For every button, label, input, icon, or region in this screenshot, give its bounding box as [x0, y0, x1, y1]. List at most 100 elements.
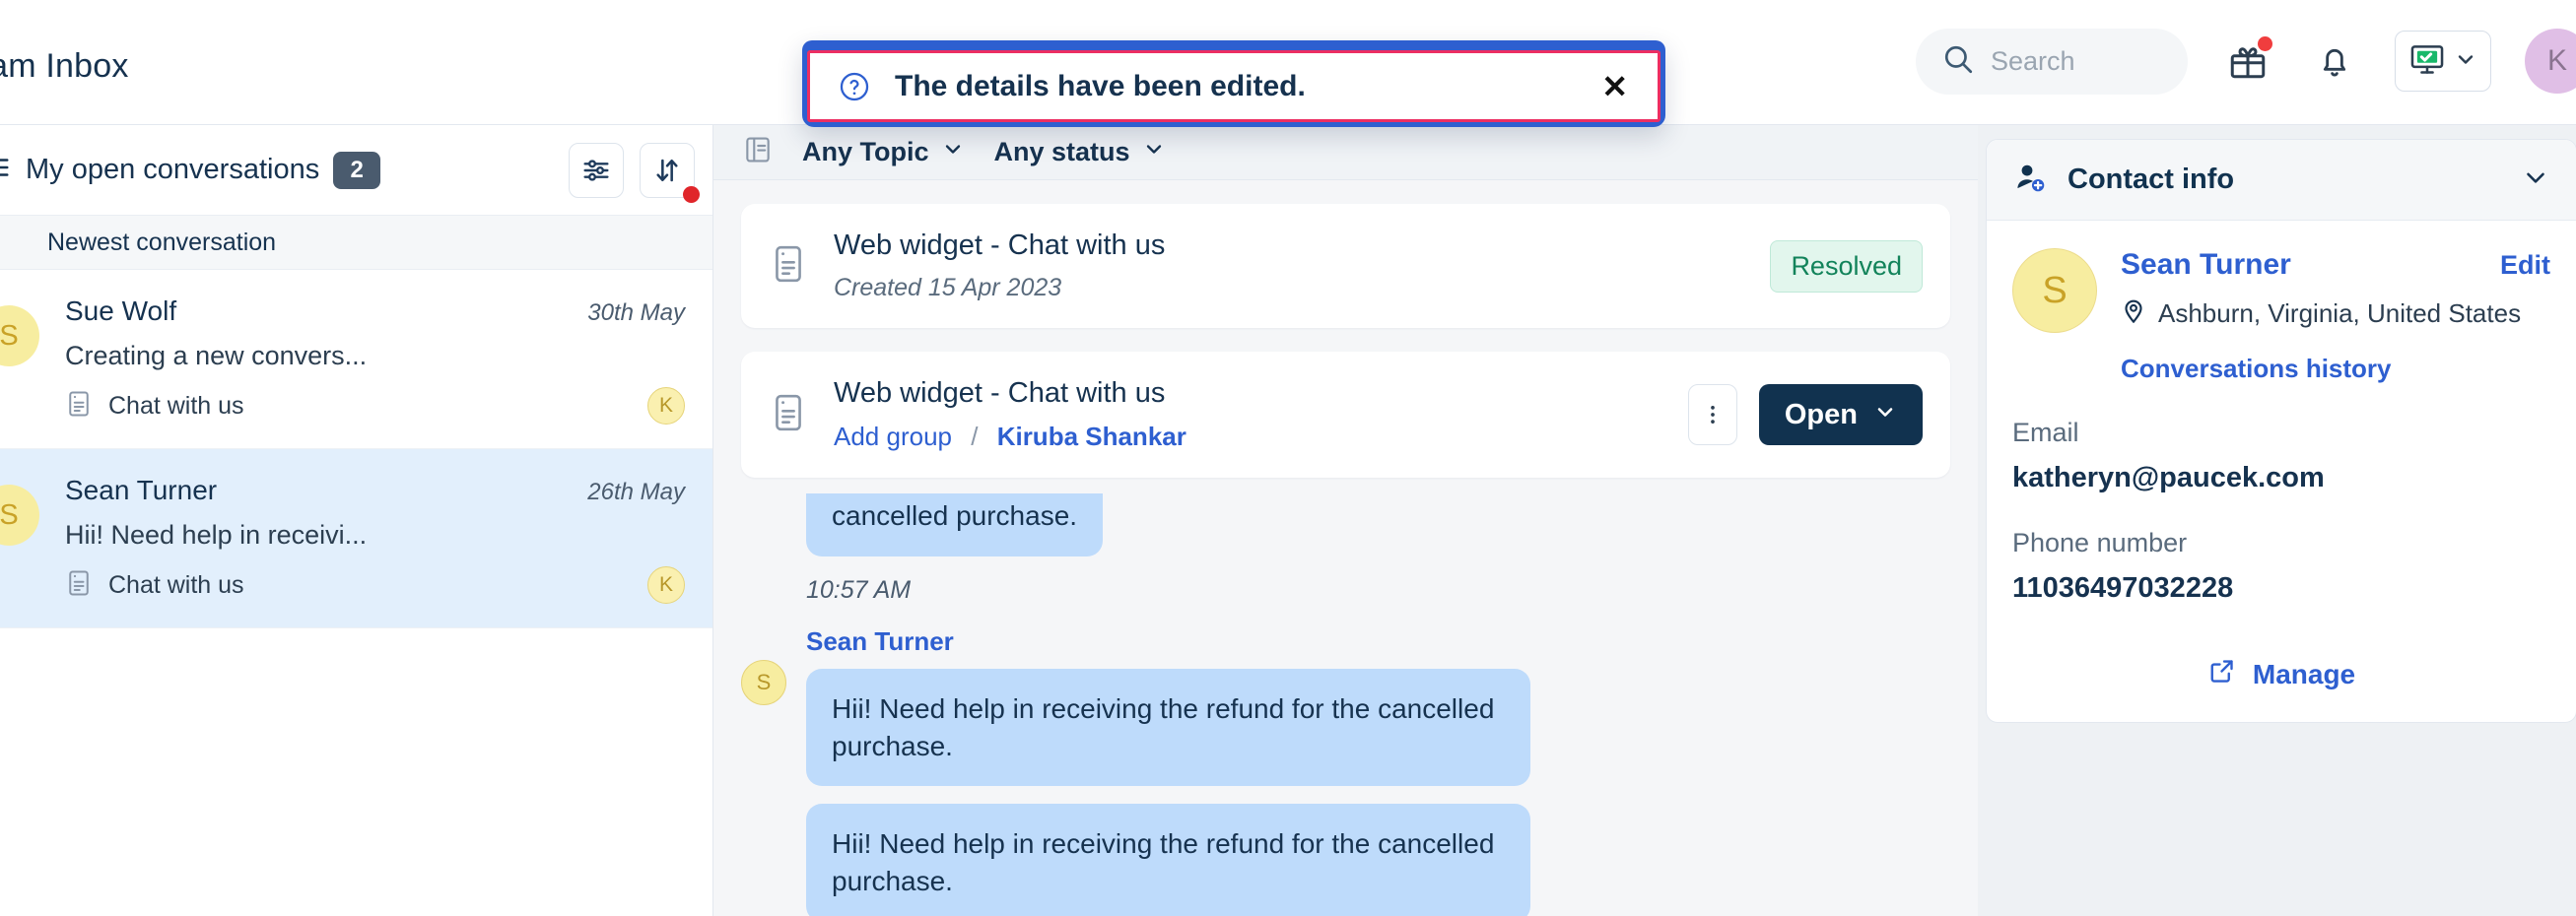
contact-name: Sean Turner — [65, 475, 218, 505]
chevron-down-icon[interactable] — [2521, 163, 2550, 197]
list-item-top-row: Sue Wolf 30th May — [65, 295, 685, 327]
widget-icon — [769, 243, 808, 290]
widget-icon — [65, 568, 93, 603]
field-value-phone: 11036497032228 — [2012, 572, 2234, 604]
widget-icon — [65, 389, 93, 424]
close-icon[interactable]: ✕ — [1601, 71, 1628, 102]
question-circle-icon — [838, 70, 871, 103]
conversation-card-created: Created 15 Apr 2023 — [834, 274, 1062, 301]
avatar-initial: K — [2546, 44, 2567, 77]
manage-label: Manage — [2252, 658, 2356, 689]
contact-location-text: Ashburn, Virginia, United States — [2158, 298, 2522, 328]
assignee-avatar: K — [647, 566, 685, 604]
topic-filter[interactable]: Any Topic — [802, 137, 965, 167]
list-item[interactable]: S Sean Turner 26th May Hii! Need help in… — [0, 449, 712, 628]
availability-status-button[interactable] — [2395, 31, 2491, 92]
toast-inner: The details have been edited. ✕ — [807, 50, 1661, 122]
contact-name[interactable]: Sean Turner — [2121, 248, 2291, 282]
conversations-history-link[interactable]: Conversations history — [2121, 354, 2550, 384]
message-timestamp: 10:57 AM — [806, 575, 912, 604]
conversation-list-pane: My open conversations 2 Newest conversat… — [0, 125, 713, 916]
open-status-button[interactable]: Open — [1758, 384, 1923, 445]
conversation-list-header: My open conversations 2 — [0, 125, 712, 216]
list-item-body: Sean Turner 26th May Hii! Need help in r… — [65, 475, 685, 604]
contact-location: Ashburn, Virginia, United States — [2121, 295, 2550, 332]
message-thread: cancelled purchase. 10:57 AM S Sean Turn… — [713, 493, 1978, 916]
edit-contact-link[interactable]: Edit — [2500, 250, 2550, 281]
conversation-count-badge: 2 — [333, 151, 381, 189]
link-separator: / — [971, 422, 979, 451]
add-group-link[interactable]: Add group — [834, 422, 952, 451]
field-value-email: katheryn@paucek.com — [2012, 462, 2325, 493]
conversation-list-title[interactable]: My open conversations — [26, 154, 319, 186]
list-item[interactable]: S Sue Wolf 30th May Creating a new conve… — [0, 270, 712, 449]
contact-info-title: Contact info — [2068, 164, 2235, 195]
sliders-icon[interactable] — [569, 142, 624, 198]
timestamp: 30th May — [587, 299, 685, 326]
avatar: S — [2012, 248, 2097, 333]
notification-toast: The details have been edited. ✕ — [802, 40, 1665, 127]
message-snippet: Creating a new convers... — [65, 341, 368, 370]
widget-icon — [769, 392, 808, 438]
chevron-down-icon — [2454, 47, 2477, 76]
gift-badge-dot — [2258, 36, 2272, 51]
map-pin-icon — [2121, 295, 2158, 332]
field-label-email: Email — [2012, 418, 2079, 447]
gift-icon[interactable] — [2221, 34, 2274, 88]
open-status-label: Open — [1784, 398, 1858, 430]
manage-button[interactable]: Manage — [2012, 656, 2550, 692]
message-bubble: Hii! Need help in receiving the refund f… — [806, 668, 1530, 787]
avatar: S — [741, 659, 786, 705]
topic-filter-label: Any Topic — [802, 137, 929, 166]
list-item-meta-row: Chat with us K — [65, 387, 685, 425]
conversation-card-main: Web widget - Chat with us Add group / Ki… — [834, 377, 1688, 452]
chevron-down-icon — [1142, 137, 1166, 167]
avatar: S — [0, 305, 39, 366]
bell-icon[interactable] — [2308, 34, 2361, 88]
message-bubble: Hii! Need help in receiving the refund f… — [806, 804, 1530, 916]
message-row-clipped: cancelled purchase. — [741, 493, 1950, 556]
assigned-agent-link[interactable]: Kiruba Shankar — [997, 422, 1186, 451]
list-item-top-row: Sean Turner 26th May — [65, 475, 685, 506]
contact-info-body: S Sean Turner Edit Ashburn, Virginia, Un… — [1987, 221, 2576, 722]
conversation-card-links: Add group / Kiruba Shankar — [834, 422, 1688, 452]
contact-info-card: Contact info S Sean Turner Edit Ashburn,… — [1986, 139, 2576, 723]
sort-row[interactable]: Newest conversation — [0, 216, 712, 270]
book-icon — [743, 134, 773, 170]
contact-name-row: Sean Turner Edit — [2121, 248, 2550, 282]
sort-row-label: Newest conversation — [47, 228, 277, 256]
status-filter[interactable]: Any status — [994, 137, 1166, 167]
list-item-meta-row: Chat with us K — [65, 566, 685, 604]
message-column: cancelled purchase. — [806, 493, 1104, 556]
channel-label: Chat with us — [108, 570, 244, 599]
avatar-initial: S — [0, 319, 19, 352]
assignee-avatar: K — [647, 387, 685, 425]
search-placeholder: Search — [1991, 45, 2075, 76]
list-item-body: Sue Wolf 30th May Creating a new convers… — [65, 295, 685, 425]
avatar: S — [0, 485, 39, 546]
timestamp: 26th May — [587, 479, 685, 505]
sort-arrows-icon[interactable] — [640, 142, 700, 203]
status-badge: Resolved — [1770, 239, 1923, 293]
contact-identity-details: Sean Turner Edit Ashburn, Virginia, Unit… — [2121, 248, 2550, 384]
conversation-card-title: Web widget - Chat with us — [834, 229, 1166, 261]
contact-identity: S Sean Turner Edit Ashburn, Virginia, Un… — [2012, 248, 2550, 384]
filter-bar: Any Topic Any status — [713, 125, 1978, 180]
message-bubble: cancelled purchase. — [806, 493, 1104, 556]
list-icon[interactable] — [0, 153, 12, 187]
header-actions: Search K — [1916, 14, 2576, 108]
avatar-initial: S — [756, 669, 772, 694]
message-snippet: Hii! Need help in receivi... — [65, 520, 368, 550]
kebab-menu-icon[interactable] — [1687, 384, 1737, 445]
conversation-card-resolved[interactable]: Web widget - Chat with us Created 15 Apr… — [741, 204, 1950, 328]
avatar[interactable]: K — [2525, 29, 2576, 94]
contact-info-header[interactable]: Contact info — [1987, 140, 2576, 221]
conversation-card-open[interactable]: Web widget - Chat with us Add group / Ki… — [741, 352, 1950, 478]
conversation-card-main: Web widget - Chat with us Created 15 Apr… — [834, 229, 1770, 302]
message-column: Sean Turner Hii! Need help in receiving … — [806, 626, 1530, 916]
channel-label: Chat with us — [108, 391, 244, 420]
page-title: eam Inbox — [0, 47, 129, 85]
field-label-phone: Phone number — [2012, 528, 2188, 557]
chevron-down-icon — [1873, 399, 1897, 431]
search-input[interactable]: Search — [1916, 28, 2188, 95]
